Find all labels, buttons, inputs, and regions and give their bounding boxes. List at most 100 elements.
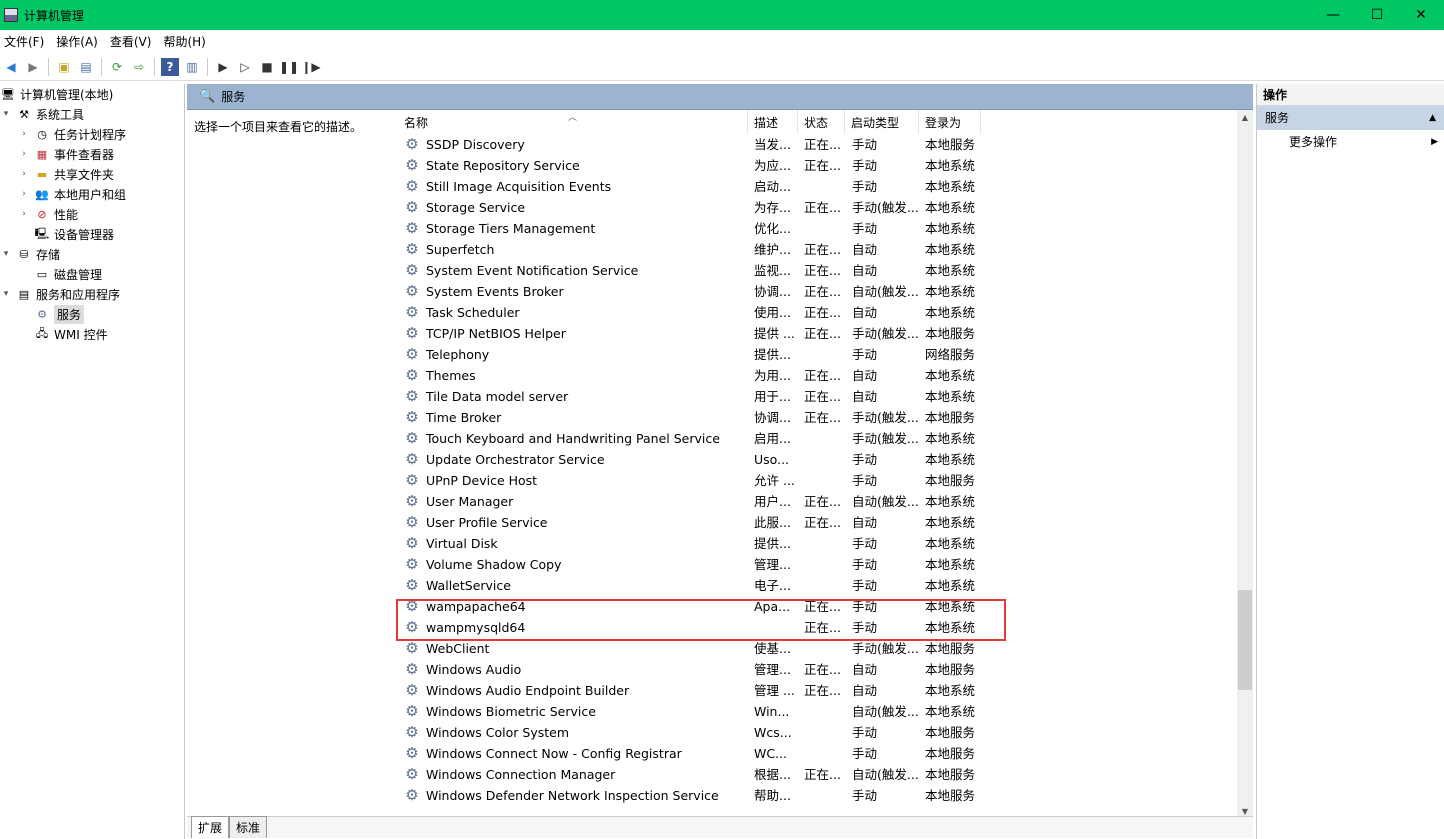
table-row[interactable]: ⚙ Storage Tiers Management 优化... 手动 本地系统: [390, 218, 1237, 239]
show-hide-tree-icon[interactable]: ▤: [77, 58, 95, 76]
table-row[interactable]: ⚙ SSDP Discovery 当发... 正在... 手动 本地服务: [390, 134, 1237, 155]
back-arrow-icon[interactable]: ◀: [2, 58, 20, 76]
table-row[interactable]: ⚙ State Repository Service 为应... 正在... 手动 本地系…: [390, 155, 1237, 176]
menu-bar: 文件(F) 操作(A) 查看(V) 帮助(H): [0, 30, 1444, 52]
tree-item-storage[interactable]: ▾ ⛁ 存储: [0, 244, 60, 264]
expand-chevron-icon[interactable]: ▾: [0, 249, 12, 259]
menu-file[interactable]: 文件(F): [0, 33, 52, 50]
table-row[interactable]: ⚙ Windows Audio 管理... 正在... 自动 本地服务: [390, 659, 1237, 680]
table-row[interactable]: ⚙ Update Orchestrator Service Uso... 手动 本地系统: [390, 449, 1237, 470]
table-row[interactable]: ⚙ Volume Shadow Copy 管理... 手动 本地系统: [390, 554, 1237, 575]
service-log-on-as: 本地系统: [925, 683, 976, 698]
start-service-alt-icon[interactable]: ▷: [236, 58, 254, 76]
table-row[interactable]: ⚙ TCP/IP NetBIOS Helper 提供 ... 正在... 手动(触发..…: [390, 323, 1237, 344]
table-row[interactable]: ⚙ Themes 为用... 正在... 自动 本地系统: [390, 365, 1237, 386]
table-row[interactable]: ⚙ Telephony 提供... 手动 网络服务: [390, 344, 1237, 365]
expand-chevron-icon[interactable]: ›: [18, 169, 30, 179]
table-row[interactable]: ⚙ WebClient 使基... 手动(触发... 本地服务: [390, 638, 1237, 659]
expand-chevron-icon[interactable]: ›: [18, 129, 30, 139]
show-hide-action-pane-icon[interactable]: ▥: [183, 58, 201, 76]
table-row[interactable]: ⚙ Still Image Acquisition Events 启动... 手动 本地…: [390, 176, 1237, 197]
refresh-icon[interactable]: ⟳: [108, 58, 126, 76]
table-row[interactable]: ⚙ Windows Color System Wcs... 手动 本地服务: [390, 722, 1237, 743]
tab-standard[interactable]: 标准: [229, 816, 268, 838]
actions-section-services[interactable]: 服务 ▲: [1257, 106, 1444, 130]
service-gear-icon: ⚙: [405, 723, 419, 741]
tab-extended[interactable]: 扩展: [191, 816, 230, 838]
expand-chevron-icon[interactable]: ›: [18, 189, 30, 199]
table-row[interactable]: ⚙ Windows Biometric Service Win... 自动(触发...…: [390, 701, 1237, 722]
close-button[interactable]: ✕: [1398, 0, 1444, 30]
tree-item-task-scheduler[interactable]: › ◷ 任务计划程序: [18, 124, 126, 144]
tree-item-event-viewer[interactable]: › ▦ 事件查看器: [18, 144, 114, 164]
service-name: Task Scheduler: [426, 305, 520, 320]
tree-item-wmi-control[interactable]: 🖧 WMI 控件: [30, 324, 108, 344]
menu-help[interactable]: 帮助(H): [159, 33, 213, 50]
column-header-status[interactable]: 状态: [798, 110, 845, 134]
table-row[interactable]: ⚙ Storage Service 为存... 正在... 手动(触发... 本地系统: [390, 197, 1237, 218]
column-header-log-on-as[interactable]: 登录为: [919, 110, 981, 134]
table-row[interactable]: ⚙ Virtual Disk 提供... 手动 本地系统: [390, 533, 1237, 554]
table-row[interactable]: ⚙ WalletService 电子... 手动 本地系统: [390, 575, 1237, 596]
service-log-on-as: 本地服务: [925, 641, 976, 656]
service-status: 正在...: [804, 284, 841, 299]
table-row[interactable]: ⚙ wampmysqld64 正在... 手动 本地系统: [390, 617, 1237, 638]
title-bar: 计算机管理: [0, 0, 1444, 30]
menu-view[interactable]: 查看(V): [106, 33, 160, 50]
start-service-icon[interactable]: ▶: [214, 58, 232, 76]
tree-item-performance[interactable]: › ⊘ 性能: [18, 204, 78, 224]
tree-item-computer-management[interactable]: 🖥 计算机管理(本地): [0, 84, 113, 104]
up-folder-icon[interactable]: ▣: [55, 58, 73, 76]
collapse-up-icon[interactable]: ▲: [1429, 106, 1436, 130]
table-row[interactable]: ⚙ Time Broker 协调... 正在... 手动(触发... 本地服务: [390, 407, 1237, 428]
expand-chevron-icon[interactable]: ›: [18, 209, 30, 219]
tree-item-device-manager[interactable]: 🖳 设备管理器: [30, 224, 114, 244]
service-gear-icon: ⚙: [405, 282, 419, 300]
table-row[interactable]: ⚙ Windows Defender Network Inspection Ser…: [390, 785, 1237, 806]
vertical-scrollbar[interactable]: ▲ ▼: [1237, 110, 1253, 820]
table-row[interactable]: ⚙ User Profile Service 此服... 正在... 自动 本地系统: [390, 512, 1237, 533]
expand-chevron-icon[interactable]: ▾: [0, 109, 12, 119]
table-row[interactable]: ⚙ System Event Notification Service 监视... 正…: [390, 260, 1237, 281]
expand-chevron-icon[interactable]: ▾: [0, 289, 12, 299]
help-icon[interactable]: ?: [161, 57, 179, 76]
tree-item-services[interactable]: ⚙ 服务: [30, 304, 85, 324]
table-row[interactable]: ⚙ Superfetch 维护... 正在... 自动 本地系统: [390, 239, 1237, 260]
scroll-up-icon[interactable]: ▲: [1237, 110, 1253, 126]
service-startup-type: 手动: [852, 473, 878, 488]
table-row[interactable]: ⚙ User Manager 用户... 正在... 自动(触发... 本地系统: [390, 491, 1237, 512]
table-row[interactable]: ⚙ Windows Connect Now - Config Registrar W…: [390, 743, 1237, 764]
forward-arrow-icon[interactable]: ▶: [24, 58, 42, 76]
table-row[interactable]: ⚙ Touch Keyboard and Handwriting Panel Se…: [390, 428, 1237, 449]
expand-chevron-icon[interactable]: ›: [18, 149, 30, 159]
table-row[interactable]: ⚙ Windows Connection Manager 根据... 正在... 自动(…: [390, 764, 1237, 785]
more-actions-item[interactable]: 更多操作 ▶: [1257, 130, 1444, 154]
table-row[interactable]: ⚙ UPnP Device Host 允许 ... 手动 本地服务: [390, 470, 1237, 491]
tree-item-services-and-applications[interactable]: ▾ ▤ 服务和应用程序: [0, 284, 120, 304]
column-header-description[interactable]: 描述: [748, 110, 798, 134]
table-row[interactable]: ⚙ System Events Broker 协调... 正在... 自动(触发... 本…: [390, 281, 1237, 302]
table-row[interactable]: ⚙ Task Scheduler 使用... 正在... 自动 本地系统: [390, 302, 1237, 323]
table-row[interactable]: ⚙ Tile Data model server 用于... 正在... 自动 本地系统: [390, 386, 1237, 407]
service-gear-icon: ⚙: [405, 534, 419, 552]
stop-service-icon[interactable]: ■: [258, 58, 276, 76]
table-row[interactable]: ⚙ wampapache64 Apa... 正在... 手动 本地系统: [390, 596, 1237, 617]
service-description: 提供...: [754, 536, 791, 551]
pause-service-icon[interactable]: ❚❚: [279, 58, 299, 76]
menu-action[interactable]: 操作(A): [52, 33, 106, 50]
column-header-startup-type[interactable]: 启动类型: [845, 110, 919, 134]
minimize-button[interactable]: —: [1310, 0, 1356, 30]
tree-item-local-users-groups[interactable]: › 👥 本地用户和组: [18, 184, 126, 204]
maximize-button[interactable]: ☐: [1354, 0, 1400, 30]
service-status: [804, 638, 844, 659]
service-description: 管理...: [754, 557, 791, 572]
service-log-on-as: 本地服务: [925, 137, 976, 152]
restart-service-icon[interactable]: ❙▶: [301, 58, 320, 76]
table-row[interactable]: ⚙ Windows Audio Endpoint Builder 管理 ... 正在.…: [390, 680, 1237, 701]
export-list-icon[interactable]: ⇨: [130, 58, 148, 76]
tree-item-shared-folders[interactable]: › ▬ 共享文件夹: [18, 164, 114, 184]
tree-item-disk-management[interactable]: ▭ 磁盘管理: [30, 264, 102, 284]
service-log-on-as: 本地系统: [925, 620, 976, 635]
tree-item-system-tools[interactable]: ▾ ⚒ 系统工具: [0, 104, 84, 124]
scrollbar-thumb[interactable]: [1238, 590, 1252, 690]
